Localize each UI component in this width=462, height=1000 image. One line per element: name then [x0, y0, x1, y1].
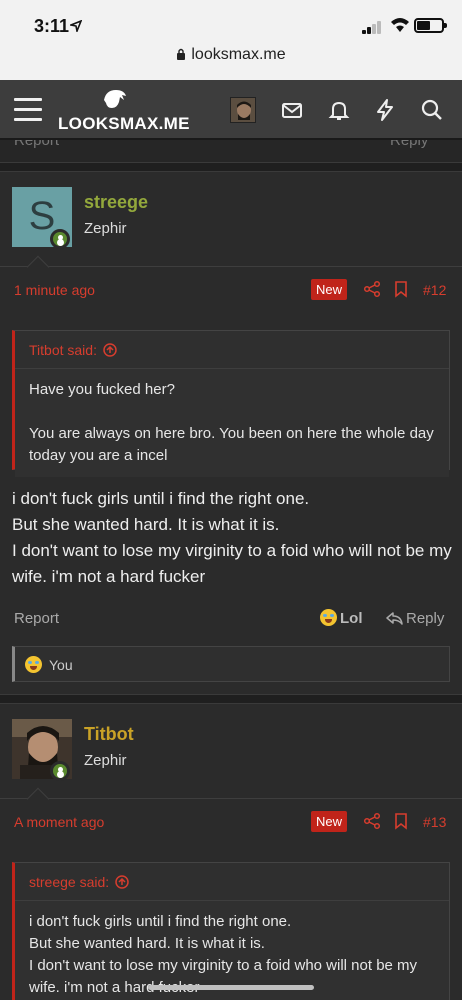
- reacted-by[interactable]: You: [49, 657, 73, 673]
- message-line: i don't fuck girls until i find the righ…: [12, 489, 310, 508]
- quote-author[interactable]: streege said:: [29, 874, 109, 890]
- bolt-icon[interactable]: [373, 98, 397, 122]
- username[interactable]: streege: [84, 192, 148, 213]
- online-status-icon: [50, 761, 70, 781]
- lock-icon: [177, 48, 186, 60]
- post-message: i don't fuck girls until i find the righ…: [12, 486, 452, 590]
- hamburger-icon[interactable]: [14, 98, 42, 122]
- reply-button[interactable]: Reply: [386, 610, 444, 627]
- reaction-button[interactable]: Lol: [320, 609, 363, 627]
- quote-author[interactable]: Titbot said:: [29, 342, 97, 358]
- post-time[interactable]: 1 minute ago: [14, 282, 95, 298]
- home-indicator: [148, 985, 314, 990]
- post-user-block: S streege Zephir: [0, 172, 462, 267]
- reaction-label: Lol: [340, 610, 363, 627]
- user-title: Zephir: [84, 220, 127, 237]
- status-time: 3:11: [34, 16, 70, 36]
- quote-line: i don't fuck girls until i find the righ…: [29, 913, 292, 930]
- post-user-block: Titbot Zephir: [0, 704, 462, 799]
- site-logo[interactable]: LOOKSMAX.ME: [58, 88, 189, 134]
- user-title: Zephir: [84, 752, 127, 769]
- bookmark-icon[interactable]: [392, 812, 410, 830]
- bookmark-icon[interactable]: [392, 280, 410, 298]
- report-link[interactable]: Report: [14, 140, 59, 149]
- quote-header[interactable]: streege said:: [15, 863, 449, 901]
- reply-link[interactable]: Reply: [390, 140, 428, 149]
- quote-header[interactable]: Titbot said:: [15, 331, 449, 369]
- quote-line: I don't want to lose my virginity to a f…: [29, 957, 418, 996]
- quote-line: But she wanted hard. It is what it is.: [29, 935, 265, 952]
- wifi-icon: [391, 18, 409, 32]
- location-arrow-icon: [70, 20, 82, 32]
- reactions-bar[interactable]: You: [12, 646, 450, 682]
- post-meta: A moment ago New #13: [0, 802, 462, 842]
- post-actions: Report Lol Reply: [0, 604, 462, 634]
- laughing-emoji-icon: [25, 656, 42, 673]
- report-link[interactable]: Report: [14, 610, 59, 627]
- arrow-up-circle-icon[interactable]: [115, 875, 129, 889]
- reply-icon: [386, 612, 403, 625]
- online-status-icon: [50, 229, 70, 249]
- share-icon[interactable]: [363, 280, 381, 298]
- post-number[interactable]: #13: [423, 814, 446, 830]
- logo-text: LOOKSMAX.ME: [58, 114, 190, 133]
- message-line: But she wanted hard. It is what it is.: [12, 515, 280, 534]
- username[interactable]: Titbot: [84, 724, 134, 745]
- post: Titbot Zephir A moment ago New #13 stree…: [0, 704, 462, 1000]
- post-number[interactable]: #12: [423, 282, 446, 298]
- share-icon[interactable]: [363, 812, 381, 830]
- quote-line: Have you fucked her?: [29, 381, 175, 398]
- status-bar: 3:11 looksmax.me: [0, 0, 462, 80]
- quote-block: streege said: i don't fuck girls until i…: [12, 862, 450, 1000]
- arrow-up-circle-icon[interactable]: [103, 343, 117, 357]
- logo-mark-icon: [104, 90, 126, 108]
- reply-label: Reply: [406, 610, 445, 627]
- url-text: looksmax.me: [191, 46, 286, 63]
- message-line: I don't want to lose my virginity to a f…: [12, 541, 452, 586]
- post-divider: [0, 694, 462, 704]
- user-avatar[interactable]: [230, 97, 256, 123]
- previous-post-actions: Report Reply: [0, 140, 462, 154]
- mail-icon[interactable]: [280, 98, 304, 122]
- bell-icon[interactable]: [327, 98, 351, 122]
- post-meta: 1 minute ago New #12: [0, 270, 462, 310]
- new-badge: New: [311, 279, 348, 300]
- laughing-emoji-icon: [320, 609, 337, 626]
- post-divider: [0, 162, 462, 172]
- post-time[interactable]: A moment ago: [14, 814, 104, 830]
- quote-block: Titbot said: Have you fucked her? You ar…: [12, 330, 450, 477]
- site-header: LOOKSMAX.ME: [0, 80, 462, 140]
- signal-icon: [362, 20, 384, 34]
- new-badge: New: [311, 811, 348, 832]
- search-icon[interactable]: [420, 98, 444, 122]
- quote-body: Have you fucked her? You are always on h…: [15, 369, 449, 477]
- post: S streege Zephir 1 minute ago New #12 Ti…: [0, 172, 462, 694]
- quote-line: You are always on here bro. You been on …: [29, 425, 434, 464]
- address-bar[interactable]: looksmax.me: [0, 46, 462, 64]
- battery-icon: [414, 18, 447, 33]
